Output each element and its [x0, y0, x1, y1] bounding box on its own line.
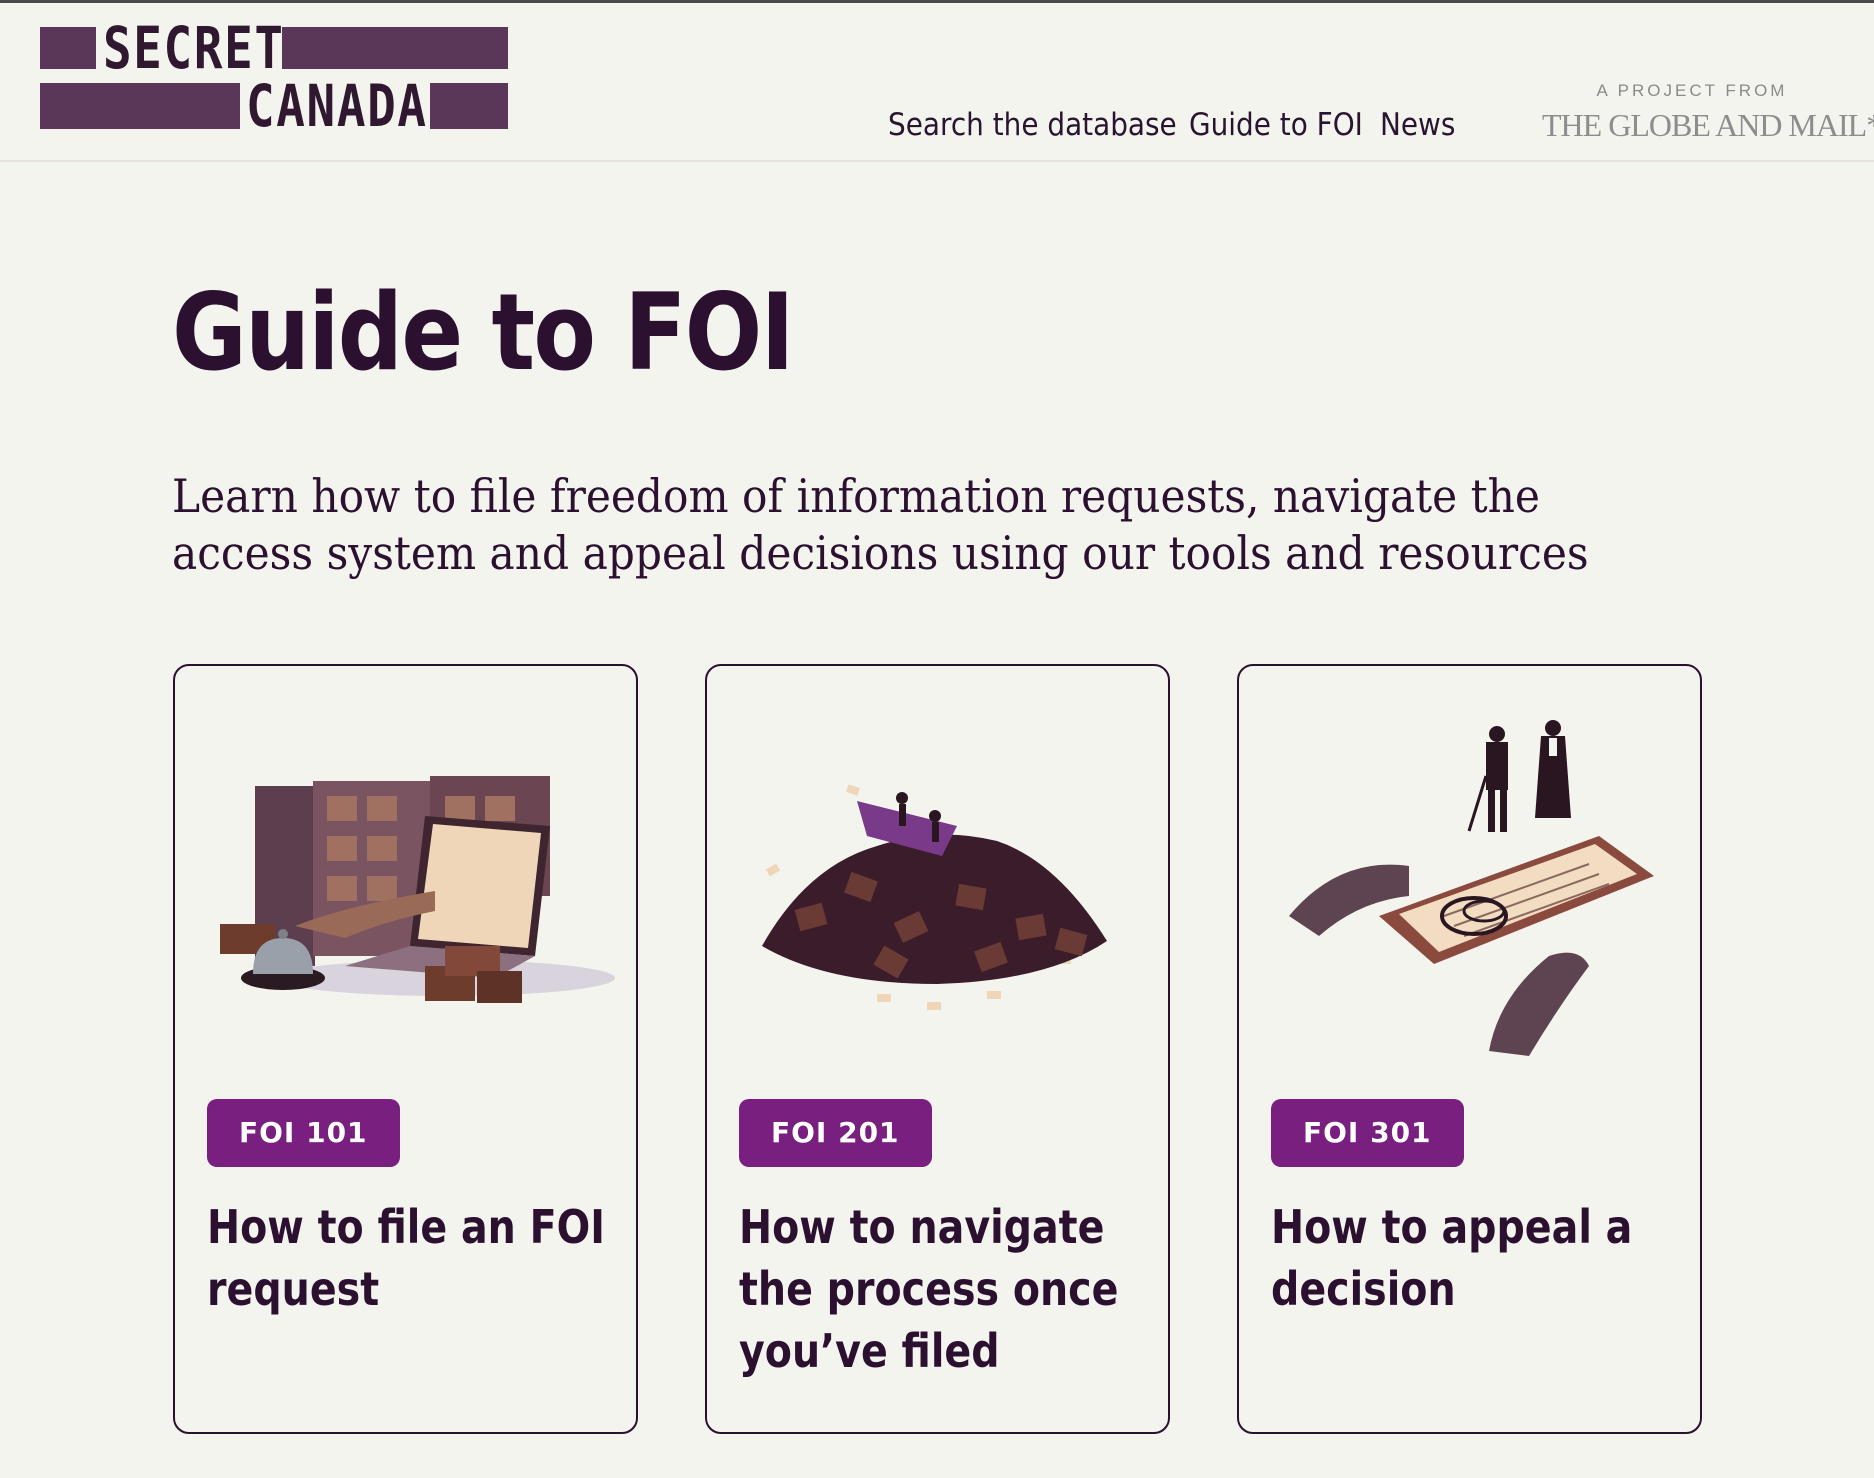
- card-title-line: the process once: [739, 1262, 1119, 1316]
- globe-and-mail-logo: THE GLOBE AND MAIL*: [1542, 107, 1874, 143]
- card-title-line: How to file an FOI: [207, 1200, 605, 1254]
- logo-bar: [40, 83, 240, 129]
- site-header: SECRET CANADA Search the database Guide …: [0, 3, 1874, 162]
- card-badge: FOI 301: [1271, 1099, 1464, 1167]
- logo-word-canada: CANADA: [246, 72, 428, 140]
- nav-search-database[interactable]: Search the database: [888, 107, 1177, 143]
- box-pile-boat-illustration: [762, 784, 1107, 1010]
- logo-word-secret: SECRET: [103, 14, 285, 82]
- logo-bar: [282, 27, 508, 69]
- page-title: Guide to FOI: [172, 271, 795, 394]
- guide-card-foi-301[interactable]: FOI 301 How to appeal a decision: [1237, 664, 1702, 1434]
- guide-card-foi-101[interactable]: FOI 101 How to file an FOI request: [173, 664, 638, 1434]
- card-title: How to file an FOI request: [207, 1196, 627, 1320]
- card-title-line: decision: [1271, 1262, 1456, 1316]
- card-badge: FOI 201: [739, 1099, 932, 1167]
- card-badge: FOI 101: [207, 1099, 400, 1167]
- globe-and-mail-credit[interactable]: A PROJECT FROM THE GLOBE AND MAIL*: [1542, 81, 1874, 144]
- logo-bar: [40, 27, 96, 69]
- hands-document-judge-illustration: [1289, 720, 1654, 1056]
- intro-line: Learn how to file freedom of information…: [172, 469, 1540, 523]
- nav-news[interactable]: News: [1380, 107, 1455, 143]
- guide-card-foi-201[interactable]: FOI 201 How to navigate the process once…: [705, 664, 1170, 1434]
- intro-line: access system and appeal decisions using…: [172, 526, 1589, 580]
- logo-bar: [430, 83, 508, 129]
- card-title-line: request: [207, 1262, 380, 1316]
- card-title-line: How to navigate: [739, 1200, 1105, 1254]
- card-title-line: you’ve filed: [739, 1324, 1000, 1378]
- card-title: How to appeal a decision: [1271, 1196, 1691, 1320]
- card-title: How to navigate the process once you’ve …: [739, 1196, 1159, 1382]
- partner-kicker: A PROJECT FROM: [1596, 81, 1788, 100]
- laptop-filing-cabinet-illustration: [220, 776, 615, 1003]
- nav-guide-to-foi[interactable]: Guide to FOI: [1189, 107, 1363, 143]
- card-title-line: How to appeal a: [1271, 1200, 1633, 1254]
- secret-canada-logo[interactable]: SECRET CANADA: [40, 19, 508, 140]
- intro-text: Learn how to file freedom of information…: [172, 468, 1732, 582]
